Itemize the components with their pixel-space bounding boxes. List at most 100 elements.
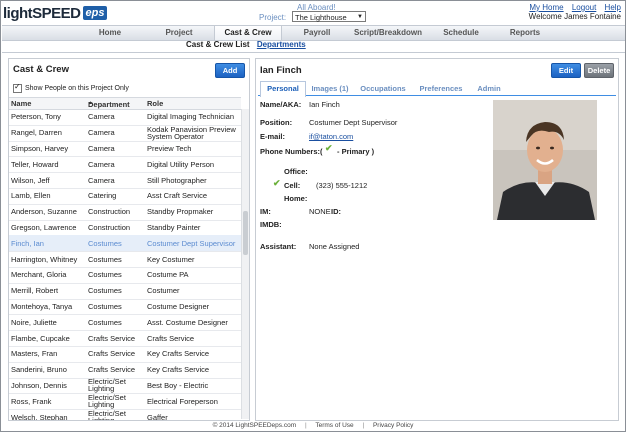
- delete-button[interactable]: Delete: [584, 63, 614, 78]
- cell-department: Camera: [88, 143, 115, 153]
- table-row[interactable]: Flambe, Cupcake Crafts Service Crafts Serv…: [9, 330, 241, 347]
- table-row[interactable]: Wilson, Jeff Camera Still Photographer: [9, 172, 241, 189]
- assistant-value: None Assigned: [309, 242, 360, 251]
- table-row[interactable]: Welsch, Stephan Electric/Set Lighting Gaff…: [9, 409, 241, 420]
- cell-name: Simpson, Harvey: [11, 143, 69, 153]
- cell-name: Merchant, Gloria: [11, 270, 67, 280]
- logo[interactable]: lightSPEED eps: [3, 4, 108, 22]
- logo-text: lightSPEED: [3, 4, 81, 22]
- nav-reports[interactable]: Reports: [496, 26, 554, 40]
- privacy-link[interactable]: Privacy Policy: [373, 422, 413, 429]
- nav-home[interactable]: Home: [84, 26, 136, 40]
- table-row[interactable]: Johnson, Dennis Electric/Set Lighting Best…: [9, 378, 241, 395]
- table-row[interactable]: Ross, Frank Electric/Set Lighting Electric…: [9, 393, 241, 411]
- cell-department: Electric/Set Lighting: [88, 409, 126, 420]
- tab-personal[interactable]: Personal: [260, 81, 306, 97]
- cell-name: Anderson, Suzanne: [11, 207, 77, 217]
- cell-role: Kodak Panavision Preview System Operator: [147, 124, 236, 141]
- add-button[interactable]: Add: [215, 63, 245, 78]
- cell-role: Preview Tech: [147, 143, 192, 153]
- tab-admin[interactable]: Admin: [472, 82, 506, 95]
- table-row[interactable]: Lamb, Ellen Catering Asst Craft Service: [9, 188, 241, 205]
- cell-name: Merrill, Robert: [11, 286, 59, 296]
- name-aka-value: Ian Finch: [309, 100, 340, 109]
- scrollbar-thumb[interactable]: [243, 211, 248, 255]
- show-project-only-toggle[interactable]: Show People on this Project Only: [13, 82, 129, 93]
- cell-name: Johnson, Dennis: [11, 380, 67, 390]
- person-detail-panel: Ian Finch Edit Delete Personal Images (1…: [255, 58, 619, 421]
- cell-name: Lamb, Ellen: [11, 191, 51, 201]
- cell-role: Costume PA: [147, 270, 189, 280]
- cell-role: Standby Propmaker: [147, 207, 214, 217]
- cell-department: Camera: [88, 159, 115, 169]
- nav-schedule[interactable]: Schedule: [432, 26, 490, 40]
- nav-project[interactable]: Project: [150, 26, 208, 40]
- nav-cast-crew[interactable]: Cast & Crew: [214, 26, 282, 40]
- logout-link[interactable]: Logout: [572, 3, 596, 12]
- sort-asc-icon: ▲: [88, 100, 93, 106]
- cell-name: Flambe, Cupcake: [11, 333, 70, 343]
- table-row[interactable]: Finch, Ian Costumes Costumer Dept Supervis…: [9, 235, 241, 253]
- cell-role: Key Crafts Service: [147, 349, 210, 359]
- email-link[interactable]: if@taton.com: [309, 132, 353, 141]
- cell-department: Costumes: [88, 301, 122, 311]
- cell-name: Montehoya, Tanya: [11, 301, 73, 311]
- tab-images[interactable]: Images (1): [308, 82, 352, 95]
- cell-department: Costumes: [88, 254, 122, 264]
- cell-name: Teller, Howard: [11, 159, 59, 169]
- table-row[interactable]: Montehoya, Tanya Costumes Costume Designer: [9, 299, 241, 316]
- nav-payroll[interactable]: Payroll: [290, 26, 344, 40]
- cell-role: Asst Craft Service: [147, 191, 208, 201]
- terms-link[interactable]: Terms of Use: [315, 422, 353, 429]
- tab-occupations[interactable]: Occupations: [356, 82, 410, 95]
- cell-department: Electric/Set Lighting: [88, 377, 126, 394]
- cell-name: Finch, Ian: [11, 238, 44, 248]
- cell-department: Camera: [88, 128, 115, 138]
- table-row[interactable]: Harrington, Whitney Costumes Key Costumer: [9, 251, 241, 268]
- subnav-cast-crew-list[interactable]: Cast & Crew List: [186, 40, 250, 49]
- cell-department: Costumes: [88, 317, 122, 327]
- cell-department: Catering: [88, 191, 117, 201]
- tab-preferences[interactable]: Preferences: [414, 82, 468, 95]
- panel-title: Cast & Crew: [13, 64, 69, 75]
- copyright-text: © 2014 LightSPEEDeps.com: [212, 422, 297, 429]
- cell-role: Gaffer: [147, 412, 168, 420]
- table-row[interactable]: Teller, Howard Camera Digital Utility Pers…: [9, 156, 241, 174]
- cell-department: Camera: [88, 175, 115, 185]
- table-row[interactable]: Simpson, Harvey Camera Preview Tech: [9, 141, 241, 158]
- subnav-departments[interactable]: Departments: [257, 40, 306, 49]
- cell-role: Electrical Foreperson: [147, 396, 218, 406]
- cell-role: Standby Painter: [147, 222, 201, 232]
- show-project-only-checkbox[interactable]: [13, 82, 22, 93]
- project-select[interactable]: The Lighthouse ▼: [292, 11, 366, 22]
- list-scrollbar[interactable]: [241, 109, 249, 419]
- cell-name: Peterson, Tony: [11, 112, 61, 122]
- table-row[interactable]: Merrill, Robert Costumes Costumer: [9, 283, 241, 300]
- column-role[interactable]: Role: [147, 99, 163, 108]
- column-name[interactable]: Name: [11, 99, 31, 108]
- nav-script-breakdown[interactable]: Script/Breakdown: [350, 26, 426, 40]
- table-row[interactable]: Anderson, Suzanne Construction Standby Pro…: [9, 204, 241, 221]
- cell-department: Crafts Service: [88, 333, 136, 343]
- table-row[interactable]: Masters, Fran Crafts Service Key Crafts Se…: [9, 346, 241, 363]
- assistant-label: Assistant:: [260, 242, 297, 251]
- top-links: My Home Logout Help: [523, 3, 621, 12]
- table-row[interactable]: Merchant, Gloria Costumes Costume PA: [9, 267, 241, 284]
- id-label: ID:: [331, 207, 341, 216]
- chevron-down-icon: ▼: [357, 14, 363, 20]
- table-row[interactable]: Rangel, Darren Camera Kodak Panavision Pre…: [9, 125, 241, 142]
- cell-department: Costumes: [88, 270, 122, 280]
- cell-name: Masters, Fran: [11, 349, 58, 359]
- logo-badge: eps: [82, 6, 108, 20]
- table-row[interactable]: Peterson, Tony Camera Digital Imaging Tech…: [9, 109, 241, 126]
- table-row[interactable]: Noire, Juliette Costumes Asst. Costume Des…: [9, 314, 241, 332]
- cell-department: Crafts Service: [88, 365, 136, 375]
- table-row[interactable]: Gregson, Lawrence Construction Standby Pai…: [9, 220, 241, 237]
- help-link[interactable]: Help: [605, 3, 621, 12]
- cell-role: Key Costumer: [147, 254, 195, 264]
- welcome-text: Welcome James Fontaine: [528, 12, 621, 21]
- edit-button[interactable]: Edit: [551, 63, 581, 78]
- table-row[interactable]: Sanderini, Bruno Crafts Service Key Crafts…: [9, 362, 241, 379]
- my-home-link[interactable]: My Home: [529, 3, 563, 12]
- cell-label: Cell:: [284, 181, 301, 190]
